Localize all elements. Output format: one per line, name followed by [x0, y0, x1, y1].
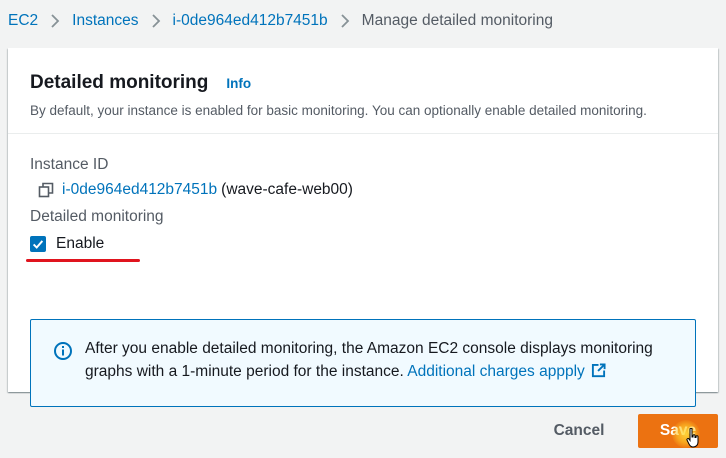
breadcrumb-instance-id[interactable]: i-0de964ed412b7451b: [173, 12, 328, 30]
copy-icon[interactable]: [38, 182, 54, 198]
breadcrumb-instances[interactable]: Instances: [72, 12, 138, 30]
instance-id-label: Instance ID: [30, 156, 109, 173]
form-actions: Cancel Save: [0, 414, 726, 450]
breadcrumb-current: Manage detailed monitoring: [361, 12, 553, 29]
detailed-monitoring-label: Detailed monitoring: [30, 208, 164, 225]
panel-description: By default, your instance is enabled for…: [30, 103, 647, 118]
panel-header: Detailed monitoring Info By default, you…: [8, 48, 718, 134]
breadcrumb-ec2[interactable]: EC2: [8, 12, 38, 30]
instance-name: (wave-cafe-web00): [221, 181, 353, 198]
panel-title: Detailed monitoring: [30, 72, 209, 93]
info-alert: After you enable detailed monitoring, th…: [30, 319, 696, 407]
info-circle-icon: [53, 341, 73, 361]
checkmark-icon: [32, 240, 44, 249]
instance-id-row: i-0de964ed412b7451b (wave-cafe-web00): [38, 181, 696, 199]
chevron-right-icon: [340, 14, 350, 28]
external-link-icon[interactable]: [591, 362, 606, 378]
alert-message: After you enable detailed monitoring, th…: [85, 337, 675, 406]
cancel-button[interactable]: Cancel: [538, 414, 620, 448]
additional-charges-link[interactable]: Additional charges appply: [407, 363, 606, 380]
enable-checkbox-label[interactable]: Enable: [56, 235, 104, 253]
chevron-right-icon: [151, 14, 161, 28]
annotation-underline: [26, 259, 140, 262]
detailed-monitoring-panel: Detailed monitoring Info By default, you…: [8, 48, 718, 407]
enable-checkbox-row: Enable: [30, 235, 696, 253]
breadcrumb: EC2 Instances i-0de964ed412b7451b Manage…: [8, 12, 553, 30]
enable-checkbox[interactable]: [30, 236, 46, 252]
panel-body: Instance ID i-0de964ed412b7451b (wave-ca…: [8, 134, 718, 407]
pointer-cursor-icon: [686, 427, 700, 448]
chevron-right-icon: [50, 14, 60, 28]
additional-charges-link-label[interactable]: Additional charges appply: [407, 363, 585, 380]
instance-id-link[interactable]: i-0de964ed412b7451b: [62, 181, 217, 199]
info-link[interactable]: Info: [226, 76, 251, 91]
